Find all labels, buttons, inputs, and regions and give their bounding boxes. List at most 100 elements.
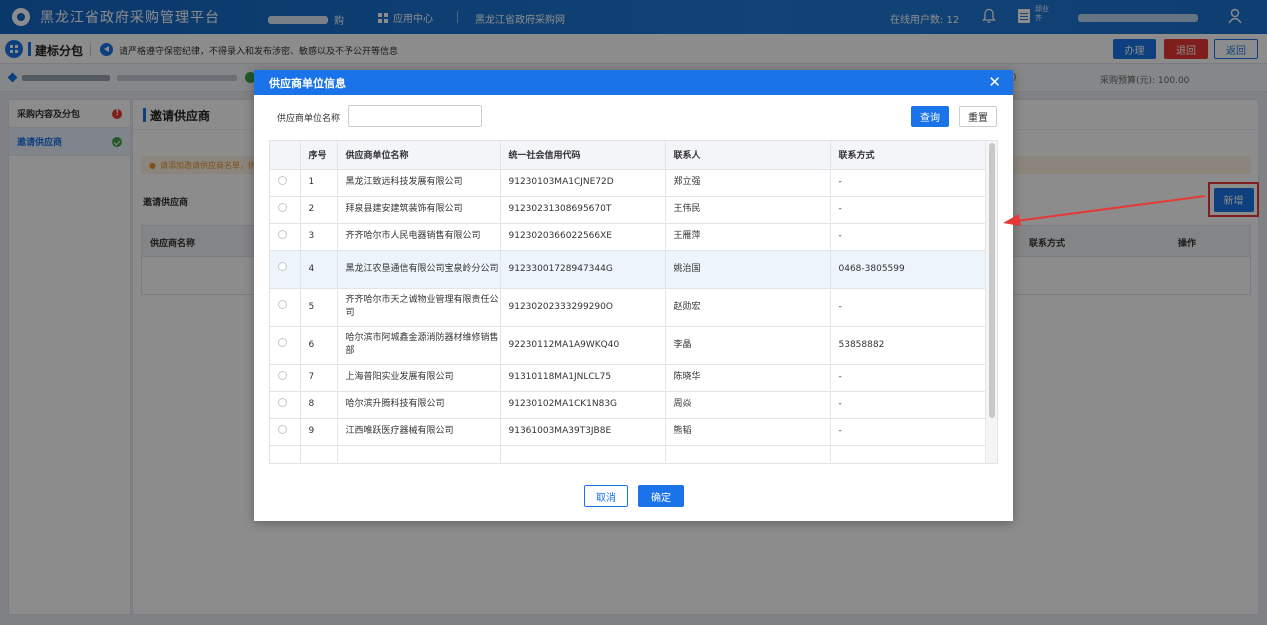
table-header-row: 序号 供应商单位名称 统一社会信用代码 联系人 联系方式 xyxy=(270,141,987,170)
row-supplier-name: 江西唯跃医疗器械有限公司 xyxy=(337,418,501,446)
row-credit-code: 9123020366022566XE xyxy=(500,223,666,251)
table-row[interactable]: 2 拜泉县建安建筑装饰有限公司 91230231308695670T 王伟民 - xyxy=(270,196,987,224)
supplier-name-input[interactable] xyxy=(348,105,482,127)
row-phone: 53858882 xyxy=(830,326,987,365)
radio-button[interactable] xyxy=(278,175,287,185)
row-cell-empty xyxy=(337,445,501,463)
row-no: 1 xyxy=(300,169,338,197)
row-contact: 王伟民 xyxy=(665,196,831,224)
dialog-title: 供应商单位信息 xyxy=(269,76,346,90)
row-cell-empty xyxy=(665,445,831,463)
row-radio[interactable] xyxy=(270,196,301,224)
row-phone: - xyxy=(830,418,987,446)
row-no: 8 xyxy=(300,391,338,419)
row-credit-code: 91230103MA1CJNE72D xyxy=(500,169,666,197)
col-name: 供应商单位名称 xyxy=(337,141,501,170)
row-no: 5 xyxy=(300,288,338,327)
row-phone: - xyxy=(830,169,987,197)
row-phone: - xyxy=(830,364,987,392)
radio-button[interactable] xyxy=(278,202,287,212)
row-credit-code: 91230202333299290O xyxy=(500,288,666,327)
row-phone: 0468-3805599 xyxy=(830,250,987,289)
row-no: 4 xyxy=(300,250,338,289)
row-no: 7 xyxy=(300,364,338,392)
table-row[interactable]: 9 江西唯跃医疗器械有限公司 91361003MA39T3JB8E 熊韬 - xyxy=(270,418,987,446)
table-row[interactable]: 5 齐齐哈尔市天之诚物业管理有限责任公司 91230202333299290O 赵勋宏… xyxy=(270,288,987,327)
row-radio[interactable] xyxy=(270,169,301,197)
row-supplier-name: 黑龙江农垦通信有限公司宝泉岭分公司 xyxy=(337,250,501,289)
confirm-button[interactable]: 确定 xyxy=(638,485,684,507)
row-supplier-name: 哈尔滨市阿城鑫金源消防器材维修销售部 xyxy=(337,326,501,365)
col-select xyxy=(270,141,301,170)
radio-button[interactable] xyxy=(278,338,287,347)
row-contact: 姚治国 xyxy=(665,250,831,289)
row-radio[interactable] xyxy=(270,288,301,327)
row-credit-code: 91230231308695670T xyxy=(500,196,666,224)
row-radio[interactable] xyxy=(270,391,301,419)
dialog-header: 供应商单位信息 ✕ xyxy=(254,70,1013,95)
table-row[interactable]: 4 黑龙江农垦通信有限公司宝泉岭分公司 91233001728947344G 姚治国 0… xyxy=(270,250,987,289)
query-button[interactable]: 查询 xyxy=(911,106,949,127)
row-contact: 陈晓华 xyxy=(665,364,831,392)
row-radio[interactable] xyxy=(270,418,301,446)
row-supplier-name: 哈尔滨升腾科技有限公司 xyxy=(337,391,501,419)
table-scrollbar[interactable] xyxy=(985,141,997,463)
row-cell-empty xyxy=(500,445,666,463)
table-row[interactable]: 7 上海普阳实业发展有限公司 91310118MA1JNLCL75 陈晓华 - xyxy=(270,364,987,392)
row-contact: 赵勋宏 xyxy=(665,288,831,327)
supplier-info-dialog: 供应商单位信息 ✕ 供应商单位名称 查询 重置 序号 供应商单位名称 统一社会信… xyxy=(254,70,1013,521)
row-no: 9 xyxy=(300,418,338,446)
row-credit-code: 91310118MA1JNLCL75 xyxy=(500,364,666,392)
radio-button[interactable] xyxy=(278,229,287,239)
row-cell-empty xyxy=(300,445,338,463)
row-supplier-name: 齐齐哈尔市人民电器销售有限公司 xyxy=(337,223,501,251)
col-phone: 联系方式 xyxy=(830,141,987,170)
row-no: 2 xyxy=(300,196,338,224)
row-supplier-name: 拜泉县建安建筑装饰有限公司 xyxy=(337,196,501,224)
table-row[interactable] xyxy=(270,445,987,463)
cancel-button[interactable]: 取消 xyxy=(584,485,628,507)
radio-button[interactable] xyxy=(278,397,287,407)
row-phone: - xyxy=(830,288,987,327)
row-credit-code: 92230112MA1A9WKQ40 xyxy=(500,326,666,365)
radio-button[interactable] xyxy=(278,424,287,434)
row-no: 3 xyxy=(300,223,338,251)
row-phone: - xyxy=(830,196,987,224)
radio-button[interactable] xyxy=(278,262,287,271)
table-row[interactable]: 1 黑龙江致远科技发展有限公司 91230103MA1CJNE72D 郑立强 - xyxy=(270,169,987,197)
col-no: 序号 xyxy=(300,141,338,170)
row-credit-code: 91361003MA39T3JB8E xyxy=(500,418,666,446)
scrollbar-thumb[interactable] xyxy=(989,143,995,418)
row-contact: 王雁萍 xyxy=(665,223,831,251)
search-label: 供应商单位名称 xyxy=(277,114,341,124)
row-radio[interactable] xyxy=(270,250,301,289)
table-row[interactable]: 3 齐齐哈尔市人民电器销售有限公司 9123020366022566XE 王雁萍 - xyxy=(270,223,987,251)
row-contact: 周焱 xyxy=(665,391,831,419)
reset-button[interactable]: 重置 xyxy=(959,106,997,127)
close-icon[interactable]: ✕ xyxy=(988,74,1001,90)
row-no: 6 xyxy=(300,326,338,365)
radio-button[interactable] xyxy=(278,370,287,380)
row-supplier-name: 上海普阳实业发展有限公司 xyxy=(337,364,501,392)
row-supplier-name: 齐齐哈尔市天之诚物业管理有限责任公司 xyxy=(337,288,501,327)
row-credit-code: 91233001728947344G xyxy=(500,250,666,289)
radio-button[interactable] xyxy=(278,300,287,309)
col-contact: 联系人 xyxy=(665,141,831,170)
row-phone: - xyxy=(830,391,987,419)
annotation-arrow-icon xyxy=(1003,195,1206,226)
row-contact: 熊韬 xyxy=(665,418,831,446)
row-credit-code: 91230102MA1CK1N83G xyxy=(500,391,666,419)
row-supplier-name: 黑龙江致远科技发展有限公司 xyxy=(337,169,501,197)
row-cell-empty xyxy=(270,445,301,463)
row-radio[interactable] xyxy=(270,326,301,365)
row-phone: - xyxy=(830,223,987,251)
row-radio[interactable] xyxy=(270,364,301,392)
table-row[interactable]: 8 哈尔滨升腾科技有限公司 91230102MA1CK1N83G 周焱 - xyxy=(270,391,987,419)
row-radio[interactable] xyxy=(270,223,301,251)
supplier-table: 序号 供应商单位名称 统一社会信用代码 联系人 联系方式 1 黑龙江致远科技发展有… xyxy=(269,140,998,464)
row-contact: 李晶 xyxy=(665,326,831,365)
row-cell-empty xyxy=(830,445,987,463)
row-contact: 郑立强 xyxy=(665,169,831,197)
col-code: 统一社会信用代码 xyxy=(500,141,666,170)
table-row[interactable]: 6 哈尔滨市阿城鑫金源消防器材维修销售部 92230112MA1A9WKQ40 李晶 5… xyxy=(270,326,987,365)
